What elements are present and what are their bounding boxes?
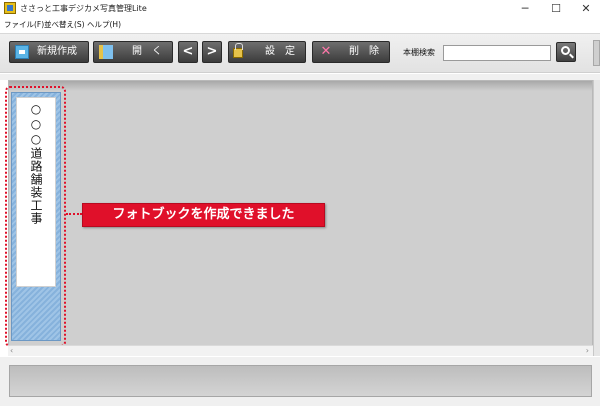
new-button[interactable]: 新規作成 — [9, 41, 89, 63]
settings-button[interactable]: 設 定 — [228, 41, 306, 63]
open-button-label: 開 く — [132, 46, 162, 57]
horizontal-scrollbar[interactable]: ‹ › — [8, 345, 593, 356]
app-icon — [4, 2, 16, 14]
toolbar: 新規作成 開 く < > 設 定 ✕ 削 除 本棚検索 — [0, 33, 600, 73]
window-title: ささっと工事デジカメ写真管理Lite — [20, 4, 147, 13]
photobook-highlight-outline — [5, 86, 66, 347]
toolbar-overflow-edge — [593, 40, 600, 66]
status-panel — [9, 365, 592, 397]
minimize-button[interactable]: ─ — [510, 0, 540, 18]
next-button[interactable]: > — [202, 41, 222, 63]
new-button-label: 新規作成 — [37, 46, 77, 57]
delete-button-label: 削 除 — [349, 46, 379, 57]
search-label: 本棚検索 — [403, 48, 435, 57]
new-book-icon — [15, 45, 29, 59]
title-bar: ささっと工事デジカメ写真管理Lite ─ ☐ ✕ — [0, 0, 600, 18]
lock-icon — [233, 43, 243, 58]
open-book-icon — [99, 45, 113, 59]
menu-sort[interactable]: 並べ替え(S) — [44, 19, 85, 31]
maximize-button[interactable]: ☐ — [541, 0, 571, 18]
callout-message: フォトブックを作成できました — [82, 203, 325, 227]
scroll-left-arrow[interactable]: ‹ — [10, 346, 13, 356]
menu-file[interactable]: ファイル(F) — [4, 19, 44, 31]
vertical-scrollbar[interactable] — [593, 80, 600, 356]
menu-help[interactable]: ヘルプ(H) — [87, 19, 121, 31]
close-button[interactable]: ✕ — [571, 0, 600, 18]
search-button[interactable] — [556, 42, 576, 62]
settings-button-label: 設 定 — [265, 46, 295, 57]
magnifier-handle — [569, 53, 574, 59]
scroll-right-arrow[interactable]: › — [586, 346, 589, 356]
prev-button[interactable]: < — [178, 41, 198, 63]
callout-connector — [66, 213, 82, 215]
shelf-top-shadow — [9, 81, 592, 91]
menu-bar: ファイル(F) 並べ替え(S) ヘルプ(H) — [0, 18, 600, 32]
open-button[interactable]: 開 く — [93, 41, 173, 63]
delete-x-icon: ✕ — [320, 44, 332, 59]
bookshelf-search-input[interactable] — [443, 45, 551, 61]
delete-button[interactable]: ✕ 削 除 — [312, 41, 390, 63]
